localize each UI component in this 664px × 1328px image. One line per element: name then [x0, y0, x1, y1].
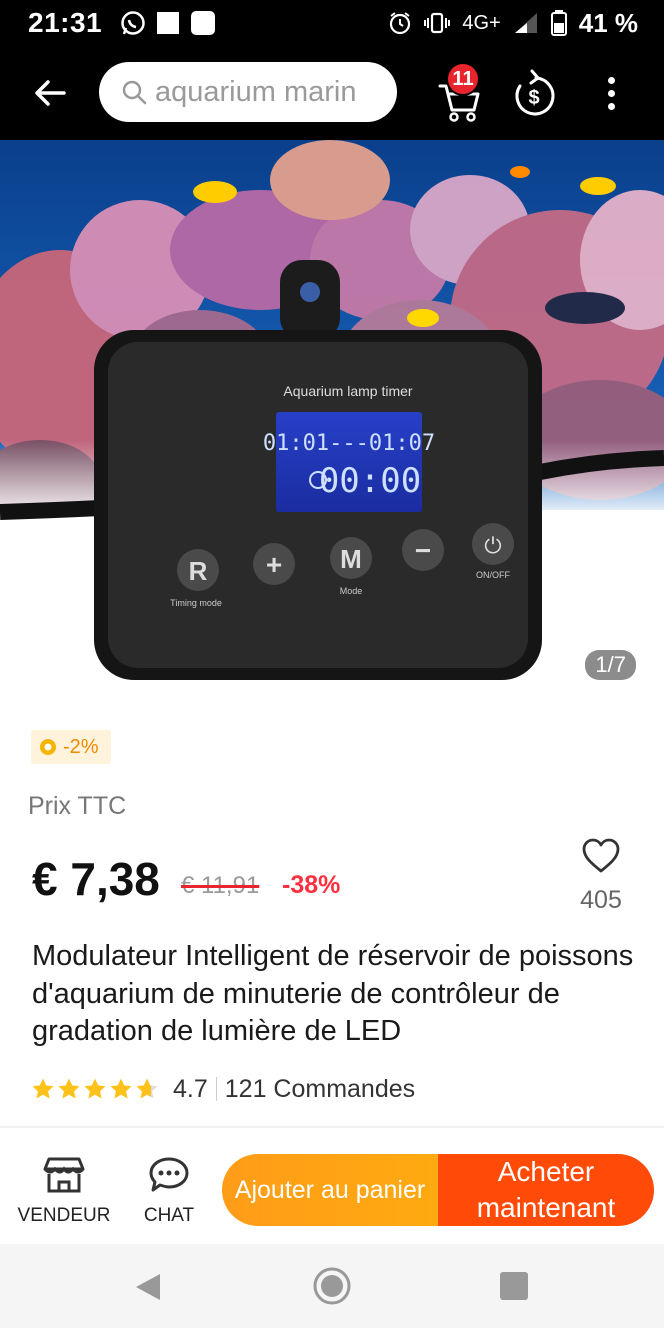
device-btn-power: ⏻	[484, 534, 501, 559]
device-caption-timing: Timing mode	[170, 598, 222, 608]
coin-dollar-icon: $	[515, 69, 555, 116]
current-price: € 7,38	[32, 853, 160, 905]
store-button[interactable]: VENDEUR	[14, 1156, 114, 1227]
system-nav-bar	[0, 1244, 664, 1328]
nav-home-icon[interactable]	[312, 1266, 352, 1306]
more-vert-icon	[607, 76, 615, 84]
add-to-cart-button[interactable]: Ajouter au panier	[222, 1154, 438, 1226]
back-button[interactable]	[20, 63, 80, 123]
square-icon	[157, 12, 180, 34]
star-icon	[136, 1078, 158, 1099]
store-icon	[43, 1157, 85, 1193]
search-bar[interactable]	[99, 62, 397, 122]
product-photo: Aquarium lamp timer 01:01---01:07 00:00 …	[0, 140, 664, 708]
battery-icon	[550, 10, 567, 36]
nav-recent-apps-icon[interactable]	[500, 1272, 528, 1300]
app-bar: 11 $	[0, 46, 664, 140]
star-icon	[32, 1078, 54, 1099]
coins-button[interactable]: $	[510, 66, 558, 122]
heart-icon	[582, 838, 620, 873]
coin-icon	[40, 739, 56, 755]
status-time: 21:31	[28, 7, 103, 38]
product-image-gallery[interactable]: Aquarium lamp timer 01:01---01:07 00:00 …	[0, 140, 664, 708]
device-btn-r: R	[189, 556, 208, 586]
search-input[interactable]	[155, 75, 395, 109]
battery-percent: 41 %	[578, 7, 638, 38]
back-arrow-icon	[35, 80, 66, 106]
rating-stars	[31, 1077, 159, 1101]
network-type: 4G+	[462, 11, 501, 34]
device-label: Aquarium lamp timer	[283, 383, 412, 399]
product-title: Modulateur Intelligent de réservoir de p…	[32, 940, 634, 1047]
coin-discount-badge: -2%	[31, 730, 111, 764]
chat-button[interactable]: CHAT	[119, 1156, 219, 1227]
image-counter: 1/7	[585, 650, 636, 680]
star-icon	[84, 1078, 106, 1099]
cart-button[interactable]: 11	[432, 62, 488, 124]
svg-text:$: $	[528, 87, 539, 109]
device-btn-m: M	[340, 544, 362, 574]
store-label: VENDEUR	[17, 1205, 111, 1226]
chat-icon	[149, 1157, 189, 1192]
square-icon	[191, 11, 216, 35]
status-right: 4G+ 41 %	[388, 8, 638, 39]
chat-label: CHAT	[143, 1205, 195, 1226]
vibrate-icon	[424, 12, 451, 34]
original-price: € 11,91	[181, 872, 260, 899]
more-options-button[interactable]	[596, 68, 626, 118]
lcd-line-2: 00:00	[319, 461, 421, 501]
cart-count-badge: 11	[446, 62, 480, 96]
star-icon	[110, 1078, 132, 1099]
buy-now-button[interactable]: Acheter maintenant	[438, 1154, 654, 1226]
device-btn-plus: +	[266, 549, 282, 580]
nav-back-icon[interactable]	[134, 1272, 162, 1302]
wishlist-button[interactable]: 405	[572, 836, 630, 926]
star-icon	[58, 1078, 80, 1099]
rating-row[interactable]: 4.7 121 Commandes	[31, 1072, 415, 1106]
lcd-line-1: 01:01---01:07	[263, 431, 435, 456]
purchase-buttons: Ajouter au panier Acheter maintenant	[222, 1154, 654, 1226]
search-icon	[122, 80, 147, 105]
wishlist-count: 405	[580, 886, 622, 914]
coin-discount-text: -2%	[63, 735, 99, 758]
divider	[215, 1077, 217, 1101]
notification-icons	[120, 10, 216, 36]
device-caption-mode: Mode	[340, 586, 363, 596]
price-label: Prix TTC	[28, 792, 127, 820]
signal-icon	[514, 13, 537, 33]
whatsapp-icon	[121, 11, 145, 35]
status-bar: 21:31 4G+ 41 %	[0, 0, 664, 46]
rating-value: 4.7	[173, 1074, 208, 1103]
discount-percent: -38%	[282, 871, 341, 899]
device-btn-minus: −	[415, 535, 431, 566]
bottom-action-bar: VENDEUR CHAT Ajouter au panier Acheter m…	[0, 1128, 664, 1244]
device-caption-onoff: ON/OFF	[476, 570, 510, 580]
alarm-icon	[390, 12, 411, 35]
orders-count: 121 Commandes	[224, 1074, 416, 1103]
